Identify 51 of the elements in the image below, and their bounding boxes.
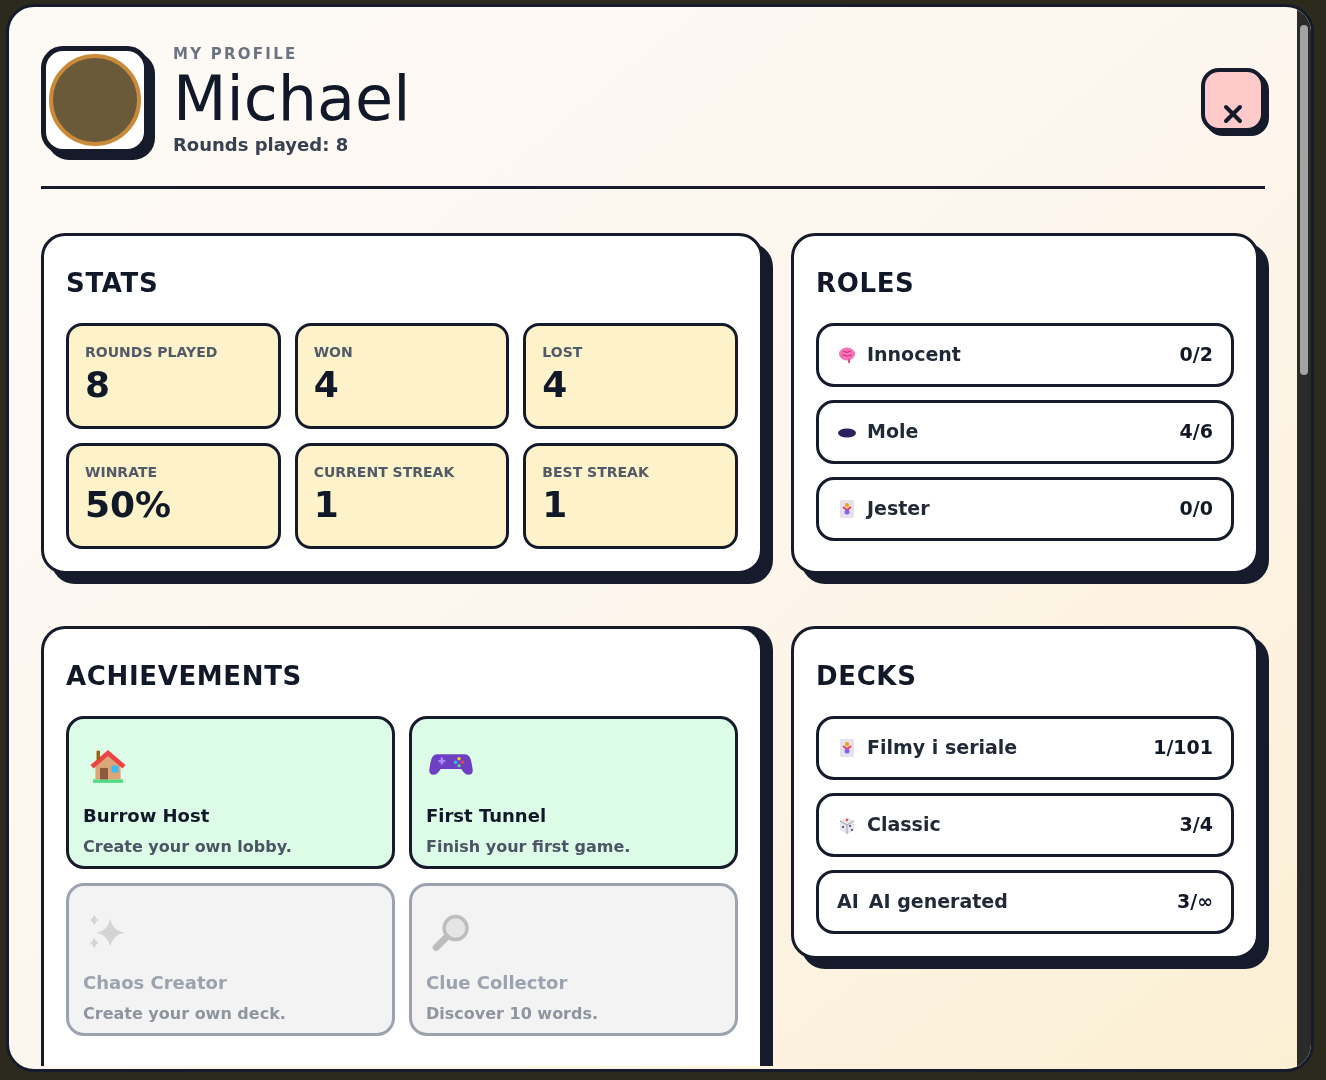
stat-value: 50%: [85, 483, 173, 527]
row-name: AI generated: [868, 889, 1009, 915]
achievement-description: Discover 10 words.: [426, 1002, 600, 1025]
section-title: DECKS: [816, 659, 918, 693]
stat-label: WON: [313, 343, 354, 362]
achievement-description: Create your own deck.: [83, 1002, 287, 1025]
stat-value: 1: [542, 483, 569, 527]
achievement-title: Chaos Creator: [83, 970, 228, 995]
row-name: Innocent: [867, 342, 962, 368]
stat-value: 4: [542, 363, 569, 407]
deck-row[interactable]: Filmy i seriale 1/101: [816, 715, 1234, 780]
stat-value: 8: [85, 363, 112, 407]
ai-label: AI: [837, 889, 859, 915]
achievement-title: Clue Collector: [426, 970, 569, 995]
scrollbar-thumb[interactable]: [1300, 25, 1308, 375]
stat-label: ROUNDS PLAYED: [85, 343, 219, 362]
row-count: 0/2: [1179, 342, 1213, 368]
stat-value: 4: [313, 363, 340, 407]
page-eyebrow: MY PROFILE: [173, 44, 299, 65]
close-icon: [1223, 104, 1243, 125]
row-count: 3/4: [1179, 812, 1213, 838]
stat-label: CURRENT STREAK: [313, 463, 456, 482]
row-count: 0/0: [1179, 496, 1213, 522]
stat-value: 1: [313, 483, 340, 527]
row-count: 4/6: [1179, 419, 1213, 445]
row-name: Filmy i seriale: [867, 735, 1019, 761]
section-title: STATS: [66, 266, 160, 300]
achievement-title: First Tunnel: [426, 803, 548, 828]
deck-row[interactable]: Classic 3/4: [816, 792, 1234, 857]
dice-icon: [837, 814, 857, 835]
jester-card-icon: [837, 498, 857, 519]
jester-card-icon: [837, 737, 857, 758]
row-name: Jester: [867, 496, 931, 522]
stat-label: WINRATE: [85, 463, 158, 482]
stat-label: BEST STREAK: [542, 463, 650, 482]
section-title: ROLES: [816, 266, 916, 300]
deck-row[interactable]: AI AI generated 3/∞: [816, 869, 1234, 934]
row-name: Mole: [867, 419, 920, 445]
row-name: Classic: [867, 812, 942, 838]
role-row[interactable]: Mole 4/6: [816, 399, 1234, 464]
stat-label: LOST: [542, 343, 584, 362]
role-row[interactable]: Innocent 0/2: [816, 322, 1234, 387]
row-count: 3/∞: [1177, 889, 1213, 915]
row-count: 1/101: [1153, 735, 1213, 761]
achievement-title: Burrow Host: [83, 803, 211, 828]
profile-name: Michael: [173, 65, 411, 131]
achievement-description: Finish your first game.: [426, 835, 632, 858]
role-row[interactable]: Jester 0/0: [816, 476, 1234, 541]
section-title: ACHIEVEMENTS: [66, 659, 303, 693]
achievement-description: Create your own lobby.: [83, 835, 293, 858]
rounds-played-text: Rounds played: 8: [173, 132, 350, 157]
